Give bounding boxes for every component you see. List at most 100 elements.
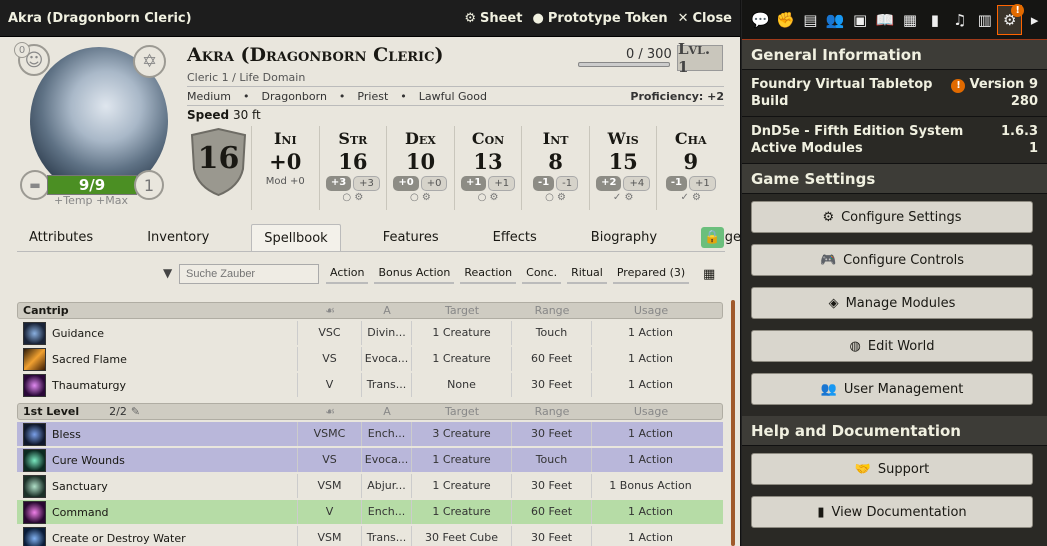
window-title: Akra (Dragonborn Cleric) — [8, 10, 192, 26]
configure-controls-button[interactable]: 🎮 Configure Controls — [751, 244, 1033, 276]
spell-image[interactable] — [23, 448, 46, 472]
filter-reaction[interactable]: Reaction — [460, 264, 517, 284]
settings-icon[interactable]: ⚙! — [997, 3, 1025, 35]
prototype-token-button[interactable]: ● Prototype Token — [532, 11, 667, 26]
system-info: DnD5e - Fifth Edition System 1.6.3 Active… — [742, 117, 1047, 164]
death-save-icon[interactable]: ✡ — [133, 45, 166, 78]
handshake-icon: 🤝 — [854, 461, 871, 477]
tab-features[interactable]: Features — [371, 224, 451, 251]
spell-image[interactable] — [23, 500, 46, 524]
spell-search-input[interactable] — [179, 264, 319, 284]
hp-temp[interactable]: +Temp — [54, 194, 93, 207]
items-icon[interactable]: ▣ — [848, 5, 873, 35]
chat-icon[interactable]: 💬 — [748, 5, 773, 35]
close-icon: ✕ — [677, 10, 689, 26]
proficiency-toggle-icon[interactable]: ○ ⚙ — [455, 192, 522, 203]
filter-concentration[interactable]: Conc. — [522, 264, 562, 284]
spell-row[interactable]: Cure Wounds VS Evoca... 1 Creature Touch… — [17, 448, 723, 472]
proficiency-toggle-icon[interactable]: ○ ⚙ — [320, 192, 387, 203]
ability-int[interactable]: Int 8 -1 -1 ○ ⚙ — [521, 126, 589, 210]
sidebar: 💬 ✊ ▤ 👥 ▣ 📖 ▦ ▮ ♫ ▥ ⚙! ▸ General Informa… — [742, 0, 1047, 546]
ability-dex[interactable]: Dex 10 +0 +0 ○ ⚙ — [386, 126, 454, 210]
warning-icon: ! — [1011, 3, 1025, 17]
level1-header: 1st Level 2/2 ✎ ☙ A Target Range Usage — [17, 403, 723, 420]
hp-bar[interactable]: 9/9 — [47, 175, 137, 195]
support-button[interactable]: 🤝 Support — [751, 453, 1033, 485]
spell-row[interactable]: Sanctuary VSM Abjur... 1 Creature 30 Fee… — [17, 474, 723, 498]
filter-action[interactable]: Action — [326, 264, 369, 284]
spell-image[interactable] — [23, 373, 46, 397]
proficiency-toggle-icon[interactable]: ✓ ⚙ — [657, 192, 724, 203]
tab-spellbook[interactable]: Spellbook — [251, 224, 341, 251]
proficiency-toggle-icon[interactable]: ○ ⚙ — [387, 192, 454, 203]
cards-icon[interactable]: ▮ — [922, 5, 947, 35]
cogs-icon: ⚙ — [822, 209, 835, 225]
spell-row[interactable]: Thaumaturgy V Trans... None 30 Feet 1 Ac… — [17, 373, 723, 397]
view-documentation-button[interactable]: ▮ View Documentation — [751, 496, 1033, 528]
ability-cha[interactable]: Cha 9 -1 +1 ✓ ⚙ — [656, 126, 724, 210]
spell-image[interactable] — [23, 321, 46, 345]
ability-scores: Ini +0 Mod +0 Str 16 +3 +3 ○ ⚙ Dex 10 +0 +… — [251, 126, 724, 210]
sheet-config-button[interactable]: ⚙ Sheet — [464, 11, 522, 26]
proficiency-toggle-icon[interactable]: ✓ ⚙ — [590, 192, 657, 203]
spell-image[interactable] — [23, 347, 46, 371]
spell-row[interactable]: Create or Destroy Water VSM Trans... 30 … — [17, 526, 723, 546]
background[interactable]: Priest — [357, 90, 388, 103]
spell-slots[interactable]: 2/2 — [109, 405, 127, 418]
update-warning-icon[interactable]: ! — [951, 78, 966, 93]
combat-icon[interactable]: ✊ — [773, 5, 798, 35]
class-line: Cleric 1 / Life Domain — [187, 71, 306, 84]
playlists-icon[interactable]: ♫ — [947, 5, 972, 35]
filter-ritual[interactable]: Ritual — [567, 264, 607, 284]
cube-icon: ◈ — [828, 295, 839, 311]
ability-con[interactable]: Con 13 +1 +1 ○ ⚙ — [453, 126, 522, 210]
scenes-icon[interactable]: ▤ — [798, 5, 823, 35]
character-name[interactable]: Akra (Dragonborn Cleric) — [187, 44, 443, 66]
game-settings-header: Game Settings — [742, 164, 1047, 194]
collapse-icon[interactable]: ▸ — [1022, 5, 1047, 35]
alignment[interactable]: Lawful Good — [419, 90, 487, 103]
hp-max[interactable]: +Max — [96, 194, 128, 207]
spell-row[interactable]: Guidance VSC Divin... 1 Creature Touch 1… — [17, 321, 723, 345]
filter-prepared[interactable]: Prepared (3) — [612, 264, 690, 284]
manage-modules-button[interactable]: ◈ Manage Modules — [751, 287, 1033, 319]
tab-attributes[interactable]: Attributes — [17, 224, 105, 251]
user-management-button[interactable]: 👥 User Management — [751, 373, 1033, 405]
gamepad-icon: 🎮 — [819, 252, 837, 268]
window-header[interactable]: Akra (Dragonborn Cleric) ⚙ Sheet ● Prototy… — [0, 0, 740, 37]
filter-bonus-action[interactable]: Bonus Action — [374, 264, 455, 284]
hit-dice[interactable]: 1 — [134, 170, 164, 200]
cantrip-header: Cantrip ☙ A Target Range Usage — [17, 302, 723, 319]
edit-world-button[interactable]: ◍ Edit World — [751, 330, 1033, 362]
spell-image[interactable] — [23, 526, 46, 546]
ability-str[interactable]: Str 16 +3 +3 ○ ⚙ — [318, 126, 387, 210]
xp-value[interactable]: 0 / 300 — [626, 47, 672, 62]
tab-biography[interactable]: Biography — [579, 224, 669, 251]
size[interactable]: Medium — [187, 90, 231, 103]
journal-icon[interactable]: 📖 — [873, 5, 898, 35]
spell-row[interactable]: Bless VSMC Ench... 3 Creature 30 Feet 1 … — [17, 422, 723, 446]
actors-icon[interactable]: 👥 — [823, 5, 848, 35]
compendium-icon[interactable]: ▥ — [972, 5, 997, 35]
ability-wis[interactable]: Wis 15 +2 +4 ✓ ⚙ — [588, 126, 657, 210]
tab-effects[interactable]: Effects — [481, 224, 549, 251]
edit-icon[interactable]: ✎ — [131, 405, 140, 418]
tab-inventory[interactable]: Inventory — [135, 224, 221, 251]
scrollbar[interactable] — [731, 300, 735, 546]
close-button[interactable]: ✕ Close — [678, 11, 732, 26]
spell-row[interactable]: Sacred Flame VS Evoca... 1 Creature 60 F… — [17, 347, 723, 371]
grid-view-icon[interactable]: ▦ — [703, 267, 715, 282]
rest-icon[interactable]: ▬ — [20, 170, 50, 200]
gear-icon: ⚙ — [464, 10, 476, 26]
proficiency-toggle-icon[interactable]: ○ ⚙ — [522, 192, 589, 203]
inspiration-count: 0 — [14, 42, 30, 58]
lock-icon[interactable]: 🔒 — [701, 227, 724, 248]
help-header: Help and Documentation — [742, 416, 1047, 446]
spell-image[interactable] — [23, 422, 46, 446]
spell-image[interactable] — [23, 474, 46, 498]
tables-icon[interactable]: ▦ — [898, 5, 923, 35]
components-icon: ☙ — [325, 405, 335, 418]
race[interactable]: Dragonborn — [261, 90, 326, 103]
spell-row[interactable]: Command V Ench... 1 Creature 60 Feet 1 A… — [17, 500, 723, 524]
configure-settings-button[interactable]: ⚙ Configure Settings — [751, 201, 1033, 233]
